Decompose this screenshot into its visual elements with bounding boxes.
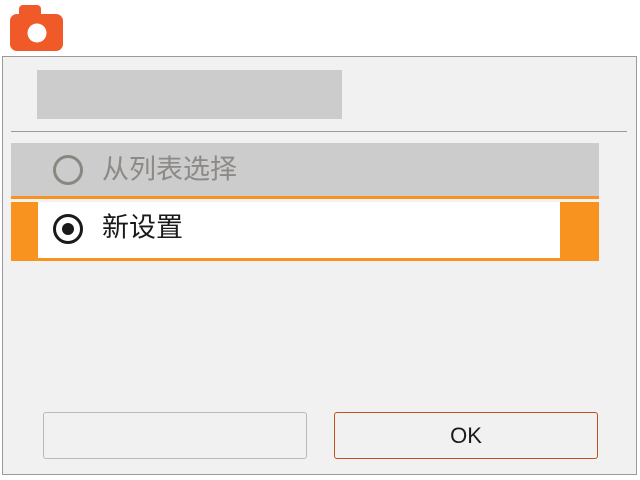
ok-button[interactable]: OK (334, 412, 598, 459)
divider (11, 131, 627, 132)
radio-selected-icon[interactable] (53, 214, 83, 244)
camera-icon (10, 4, 64, 52)
dialog-title (37, 70, 342, 119)
dialog: 从列表选择 新设置 OK (2, 56, 637, 475)
option-label: 从列表选择 (102, 154, 237, 185)
radio-unselected-icon[interactable] (53, 154, 83, 185)
option-select-from-list[interactable]: 从列表选择 (11, 143, 599, 199)
cancel-button[interactable] (43, 412, 307, 459)
option-label: 新设置 (102, 212, 183, 244)
option-new-setting[interactable]: 新设置 (11, 202, 599, 261)
